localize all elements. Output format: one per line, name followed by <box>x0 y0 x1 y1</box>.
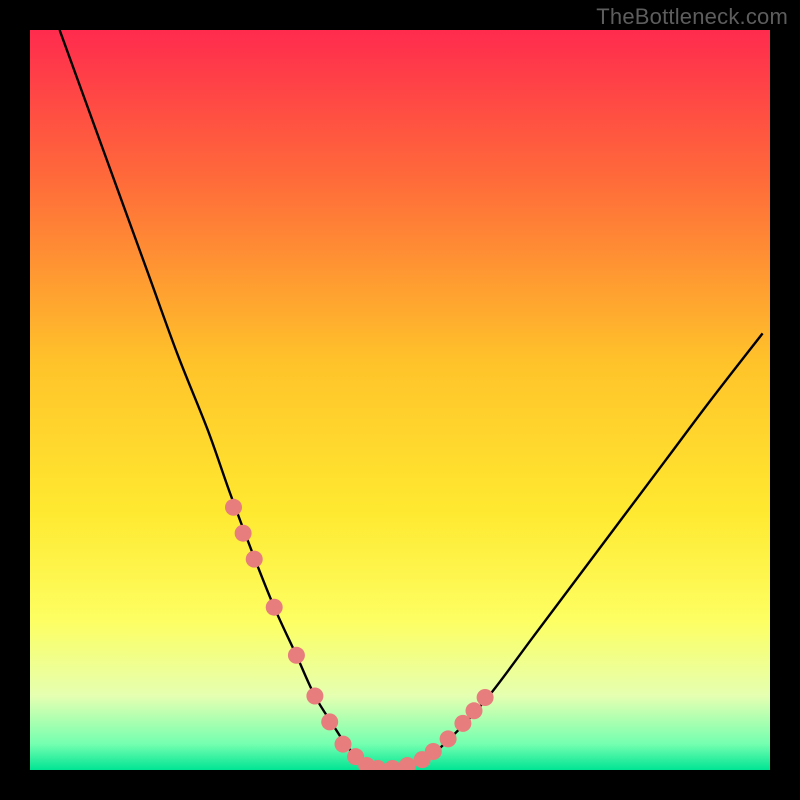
plot-area <box>30 30 770 770</box>
highlight-dot <box>321 713 338 730</box>
highlight-dot <box>399 757 416 770</box>
highlight-dot <box>466 702 483 719</box>
highlight-dot <box>384 760 401 770</box>
highlight-dot <box>246 551 263 568</box>
watermark-text: TheBottleneck.com <box>596 4 788 30</box>
highlight-dot <box>440 730 457 747</box>
highlight-dot <box>235 525 252 542</box>
bottleneck-curve <box>60 30 763 769</box>
highlight-dot <box>225 499 242 516</box>
highlight-dot <box>288 647 305 664</box>
highlight-dots-group <box>225 499 494 770</box>
chart-svg <box>30 30 770 770</box>
highlight-dot <box>306 688 323 705</box>
chart-frame: TheBottleneck.com <box>0 0 800 800</box>
highlight-dot <box>425 743 442 760</box>
highlight-dot <box>266 599 283 616</box>
highlight-dot <box>335 736 352 753</box>
highlight-dot <box>477 689 494 706</box>
